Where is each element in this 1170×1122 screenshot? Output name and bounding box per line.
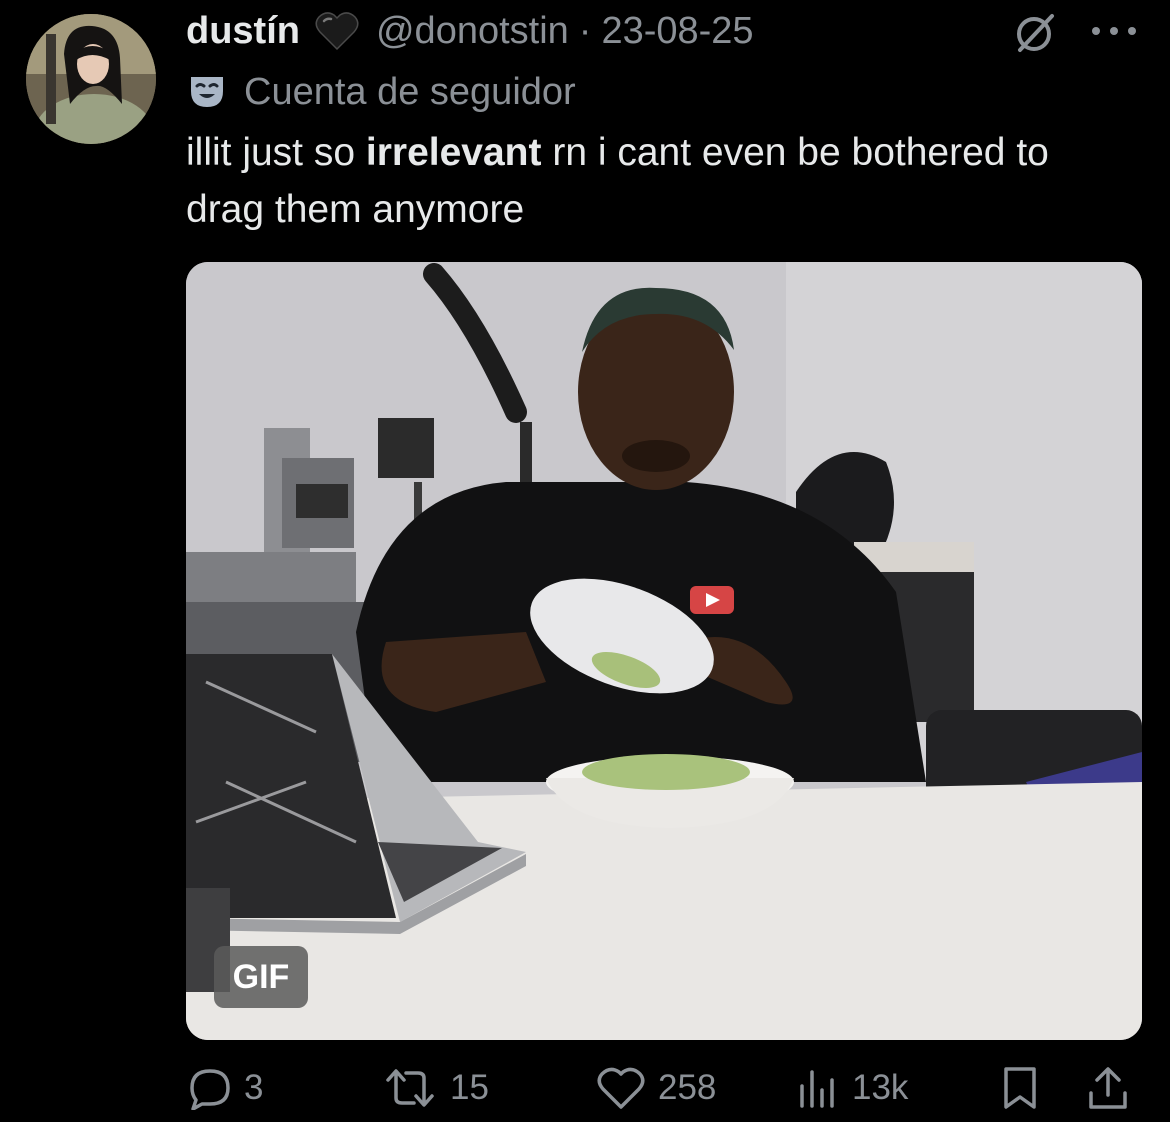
tweet-text: illit just so irrelevant rn i cant even … [186,124,1126,238]
black-heart-icon [315,12,359,51]
reply-count: 3 [244,1068,264,1107]
account-type: Cuenta de seguidor [188,70,576,114]
bookmark-button[interactable] [1000,1060,1040,1116]
handle[interactable]: @donotstin [376,10,569,53]
timestamp[interactable]: 23-08-25 [601,10,753,53]
gif-badge: GIF [214,946,308,1008]
tweet-header: dustín @donotstin · 23-08-25 [186,8,754,54]
repost-button[interactable]: 15 [382,1060,489,1116]
tweet-text-start: illit just so [186,131,366,174]
tweet-text-bold: irrelevant [365,131,542,174]
gif-frame [186,262,1142,1040]
avatar-photo [26,14,156,144]
avatar[interactable] [26,14,156,144]
more-options-icon[interactable] [1088,14,1142,48]
display-name[interactable]: dustín [186,10,300,53]
repost-icon [386,1069,434,1107]
separator-dot: · [578,9,592,52]
reply-button[interactable]: 3 [188,1060,263,1116]
views-button[interactable]: 13k [796,1060,908,1116]
action-bar: 3 15 258 13k [186,1060,1142,1116]
grok-icon[interactable] [1012,10,1058,56]
share-button[interactable] [1086,1060,1130,1116]
like-button[interactable]: 258 [596,1060,716,1116]
views-count: 13k [852,1068,909,1107]
views-chart-icon [800,1070,834,1108]
reply-icon [190,1069,230,1110]
heart-outline-icon [597,1067,645,1109]
theater-masks-icon [191,77,223,107]
share-icon [1089,1067,1127,1109]
repost-count: 15 [450,1068,489,1107]
like-count: 258 [658,1068,717,1107]
gif-media[interactable]: GIF [186,262,1142,1040]
tweet: dustín @donotstin · 23-08-25 Cuenta de s… [0,0,1170,1122]
bookmark-icon [1004,1067,1036,1109]
account-type-label: Cuenta de seguidor [244,70,576,113]
